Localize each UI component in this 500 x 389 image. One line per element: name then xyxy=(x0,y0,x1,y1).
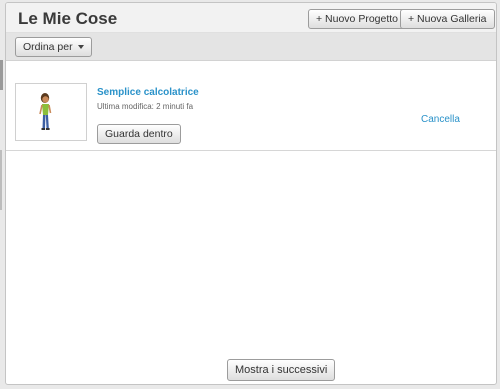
new-project-button[interactable]: + Nuovo Progetto xyxy=(308,9,407,29)
sort-dropdown[interactable]: Ordina per xyxy=(15,37,92,57)
page-title: Le Mie Cose xyxy=(18,9,118,28)
new-gallery-button[interactable]: + Nuova Galleria xyxy=(400,9,495,29)
show-more-button[interactable]: Mostra i successivi xyxy=(227,359,336,381)
background-edge xyxy=(0,150,2,210)
sort-dropdown-label: Ordina per xyxy=(23,41,73,53)
sort-toolbar: Ordina per xyxy=(6,33,496,61)
background-edge xyxy=(0,60,3,90)
project-title-link[interactable]: Semplice calcolatrice xyxy=(97,87,199,98)
delete-link[interactable]: Cancella xyxy=(421,114,460,125)
project-modified: Ultima modifica: 2 minuti fa xyxy=(97,102,194,111)
chevron-down-icon xyxy=(77,45,84,50)
project-thumbnail[interactable] xyxy=(15,83,87,141)
my-stuff-panel: Le Mie Cose + Nuovo Progetto + Nuova Gal… xyxy=(5,2,497,385)
look-inside-button[interactable]: Guarda dentro xyxy=(97,124,181,144)
project-item: Semplice calcolatrice Ultima modifica: 2… xyxy=(6,65,496,151)
sprite-character-icon xyxy=(39,93,52,130)
panel-header: Le Mie Cose + Nuovo Progetto + Nuova Gal… xyxy=(6,3,496,33)
